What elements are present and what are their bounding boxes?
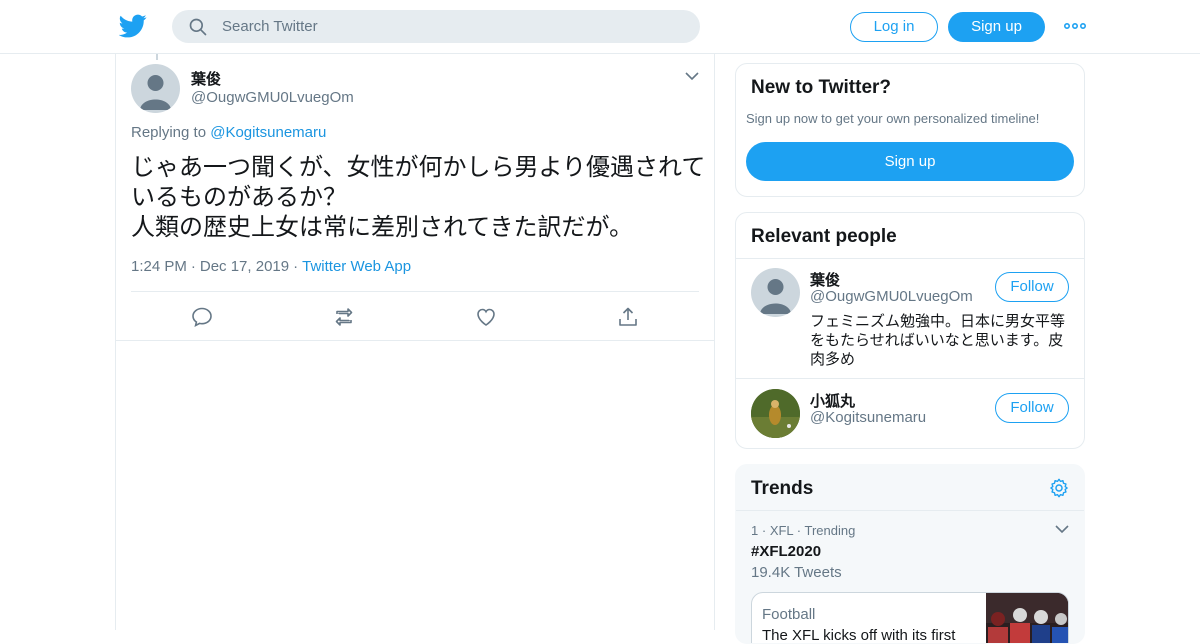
card-title: Relevant people bbox=[751, 226, 897, 247]
trends-card: Trends 1 · XFL · Trending #XFL2020 19.4K… bbox=[735, 464, 1085, 644]
news-category: Football bbox=[762, 606, 816, 623]
tweet-metadata: 1:24 PM · Dec 17, 2019 · Twitter Web App bbox=[131, 258, 411, 275]
signup-button[interactable]: Sign up bbox=[948, 12, 1045, 42]
tweet-text: じゃあ一つ聞くが、女性が何かしら男より優遇されているものがあるか？ 人類の歴史上… bbox=[131, 153, 706, 241]
card-subtitle: Sign up now to get your own personalized… bbox=[746, 111, 1040, 126]
card-title: New to Twitter? bbox=[751, 77, 892, 98]
trend-metadata: 1 · XFL · Trending bbox=[751, 523, 856, 538]
follow-button[interactable]: Follow bbox=[995, 272, 1069, 302]
person-avatar[interactable] bbox=[751, 389, 800, 438]
chevron-down-icon[interactable] bbox=[684, 70, 700, 82]
tweet-date[interactable]: Dec 17, 2019 bbox=[200, 258, 289, 275]
card-title: Trends bbox=[751, 478, 814, 499]
person-name[interactable]: 葉俊 bbox=[810, 269, 840, 290]
trend-category: XFL bbox=[769, 523, 794, 538]
new-to-twitter-card: New to Twitter? Sign up now to get your … bbox=[735, 63, 1085, 197]
like-heart-icon[interactable] bbox=[474, 305, 498, 329]
trend-name-link[interactable]: #XFL2020 bbox=[751, 543, 821, 560]
divider bbox=[131, 291, 699, 292]
default-avatar-icon bbox=[140, 75, 171, 110]
search-icon bbox=[189, 18, 207, 36]
author-handle[interactable]: @OugwGMU0LvuegOm bbox=[191, 89, 354, 106]
trend-status: Trending bbox=[804, 523, 856, 538]
divider bbox=[116, 340, 714, 341]
trend-tweet-count: 19.4K Tweets bbox=[751, 564, 842, 581]
retweet-icon[interactable] bbox=[332, 305, 356, 329]
person-name[interactable]: 小狐丸 bbox=[810, 390, 855, 411]
replying-prefix: Replying to bbox=[131, 124, 207, 141]
trend-news-card[interactable]: Football The XFL kicks off with its firs… bbox=[751, 592, 1069, 643]
chevron-down-icon[interactable] bbox=[1054, 523, 1070, 535]
person-avatar[interactable] bbox=[751, 268, 800, 317]
replying-to: Replying to @Kogitsunemaru bbox=[131, 124, 326, 141]
news-thumbnail-image: 19 12 14 10 bbox=[986, 593, 1068, 643]
person-bio: フェミニズム勉強中。日本に男女平等をもたらせればいいなと思います。皮肉多め bbox=[810, 312, 1066, 368]
tweet-time[interactable]: 1:24 PM bbox=[131, 258, 187, 275]
gear-icon[interactable] bbox=[1048, 477, 1070, 499]
meta-separator: · bbox=[293, 258, 299, 275]
search-bar bbox=[172, 10, 700, 43]
profile-photo-icon bbox=[751, 389, 800, 438]
login-button[interactable]: Log in bbox=[850, 12, 938, 42]
replying-mention-link[interactable]: @Kogitsunemaru bbox=[210, 124, 326, 141]
meta-separator: · bbox=[190, 258, 196, 275]
sidebar-signup-button[interactable]: Sign up bbox=[746, 142, 1074, 181]
person-handle[interactable]: @Kogitsunemaru bbox=[810, 409, 926, 426]
relevant-people-card: Relevant people 葉俊 @OugwGMU0LvuegOm Foll… bbox=[735, 212, 1085, 449]
twitter-bird-icon[interactable] bbox=[119, 12, 147, 40]
divider bbox=[736, 258, 1084, 259]
tweet-column: 葉俊 @OugwGMU0LvuegOm Replying to @Kogitsu… bbox=[115, 54, 715, 630]
default-avatar-icon bbox=[760, 279, 791, 314]
follow-button[interactable]: Follow bbox=[995, 393, 1069, 423]
divider bbox=[736, 378, 1084, 379]
divider bbox=[736, 510, 1084, 511]
person-handle[interactable]: @OugwGMU0LvuegOm bbox=[810, 288, 973, 305]
top-bar: Log in Sign up bbox=[0, 0, 1200, 54]
thread-connector bbox=[156, 54, 158, 60]
search-input[interactable] bbox=[222, 10, 682, 43]
tweet-source-app[interactable]: Twitter Web App bbox=[302, 258, 411, 275]
reply-icon[interactable] bbox=[190, 305, 214, 329]
author-name[interactable]: 葉俊 bbox=[191, 68, 221, 89]
share-icon[interactable] bbox=[616, 305, 640, 329]
trend-rank: 1 bbox=[751, 523, 759, 538]
author-avatar[interactable] bbox=[131, 64, 180, 113]
more-options-icon[interactable] bbox=[1064, 19, 1086, 33]
